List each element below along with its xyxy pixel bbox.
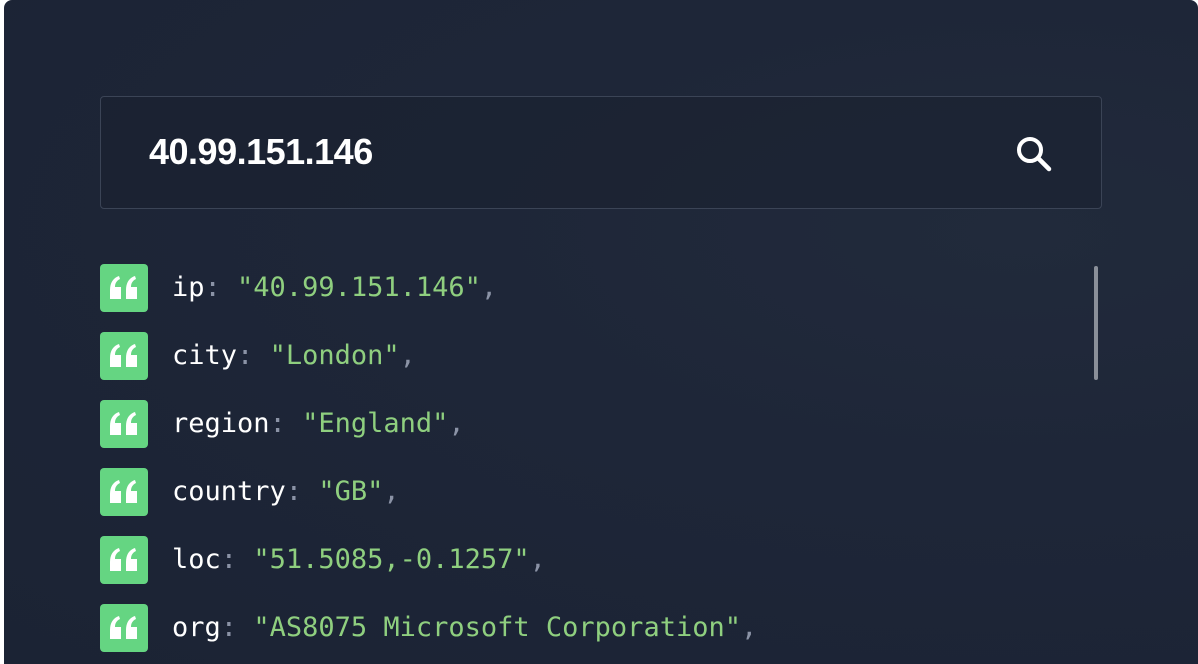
json-line: org: "AS8075 Microsoft Corporation", — [172, 611, 757, 645]
json-value: "40.99.151.146" — [237, 272, 481, 303]
json-colon: : — [220, 544, 238, 575]
scrollbar-thumb[interactable] — [1094, 266, 1098, 380]
json-key: city — [172, 340, 238, 371]
json-value: "AS8075 Microsoft Corporation" — [253, 612, 741, 643]
json-key: ip — [172, 272, 205, 303]
quote-icon — [100, 264, 148, 312]
json-row-ip: ip: "40.99.151.146", — [100, 264, 1080, 332]
json-result-list: ip: "40.99.151.146", city: "London", reg… — [100, 264, 1080, 664]
json-comma: , — [399, 340, 416, 371]
search-icon — [1017, 137, 1052, 172]
json-row-org: org: "AS8075 Microsoft Corporation", — [100, 604, 1080, 664]
json-key: country — [172, 476, 286, 507]
json-line: ip: "40.99.151.146", — [172, 271, 497, 305]
quote-icon — [100, 604, 148, 652]
json-line: loc: "51.5085,-0.1257", — [172, 543, 546, 577]
search-button[interactable] — [1013, 133, 1057, 177]
json-value: "51.5085,-0.1257" — [253, 544, 530, 575]
json-key: region — [172, 408, 270, 439]
json-line: region: "England", — [172, 407, 465, 441]
quote-icon — [100, 468, 148, 516]
json-key: org — [172, 612, 221, 643]
json-colon: : — [220, 612, 238, 643]
search-box — [100, 96, 1102, 209]
json-line: country: "GB", — [172, 475, 400, 509]
json-comma: , — [383, 476, 400, 507]
json-value: "London" — [269, 340, 400, 371]
json-line: city: "London", — [172, 339, 416, 373]
quote-icon — [100, 400, 148, 448]
ip-search-input[interactable] — [149, 129, 969, 175]
json-value: "GB" — [318, 476, 384, 507]
json-comma: , — [529, 544, 546, 575]
json-comma: , — [740, 612, 758, 643]
ip-lookup-panel: ip: "40.99.151.146", city: "London", reg… — [4, 0, 1198, 664]
json-row-loc: loc: "51.5085,-0.1257", — [100, 536, 1080, 604]
json-colon: : — [285, 476, 303, 507]
json-colon: : — [269, 408, 286, 439]
json-row-city: city: "London", — [100, 332, 1080, 400]
json-comma: , — [480, 272, 498, 303]
quote-icon — [100, 332, 148, 380]
json-row-region: region: "England", — [100, 400, 1080, 468]
json-row-country: country: "GB", — [100, 468, 1080, 536]
json-value: "England" — [302, 408, 449, 439]
json-colon: : — [237, 340, 254, 371]
quote-icon — [100, 536, 148, 584]
json-comma: , — [448, 408, 465, 439]
json-key: loc — [172, 544, 221, 575]
json-colon: : — [204, 272, 221, 303]
